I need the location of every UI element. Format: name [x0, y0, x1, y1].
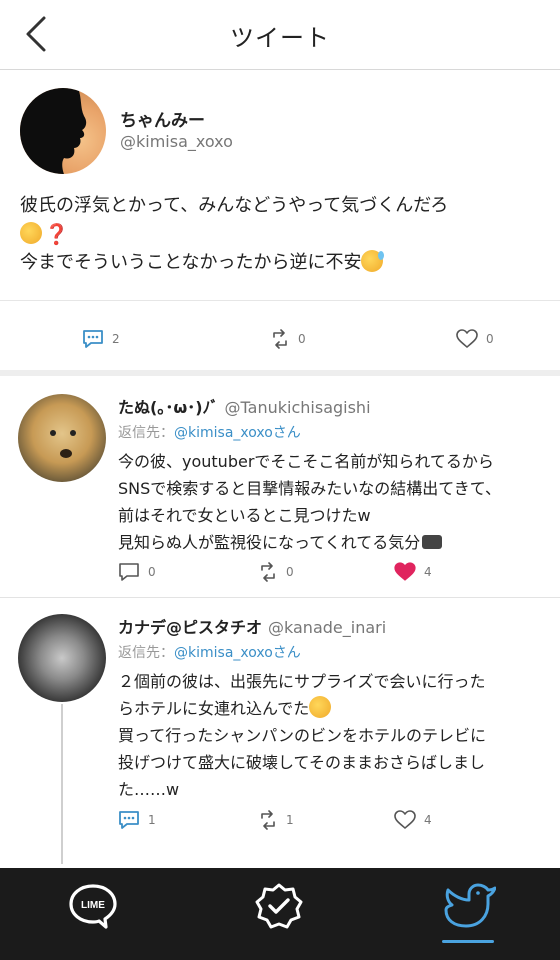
avatar[interactable] [20, 88, 106, 174]
retweet-icon [261, 562, 275, 582]
tweet-text-line: SNSで検索すると目撃情報みたいなの結構出てきて、 [118, 479, 502, 498]
tweet-text-line: ❓ [20, 220, 540, 249]
like-button[interactable]: 4 [394, 562, 432, 582]
reply-button[interactable]: 2 [82, 329, 120, 349]
laughing-face-icon [309, 696, 332, 718]
header: ツイート [0, 0, 560, 70]
like-count: 4 [424, 565, 432, 579]
retweet-icon [261, 810, 275, 830]
nav-twitter-button[interactable] [440, 882, 497, 936]
main-tweet: ちゃんみー @kimisa_xoxo 彼氏の浮気とかって、みんなどうやって気づく… [0, 70, 560, 376]
reply-to-handle[interactable]: @kimisa_xoxoさん [174, 425, 301, 441]
nav-lime-button[interactable]: LIME [68, 882, 118, 936]
reply-count: 2 [112, 332, 120, 346]
retweet-count: 0 [298, 332, 306, 346]
retweet-icon [273, 329, 287, 349]
like-count: 0 [486, 332, 494, 346]
reply-button[interactable]: 0 [118, 562, 156, 582]
like-button[interactable]: 4 [394, 810, 432, 830]
thread-line [61, 704, 63, 864]
lime-label: LIME [81, 900, 105, 911]
tweet-text-line: 彼氏の浮気とかって、みんなどうやって気づくんだろ [20, 195, 449, 216]
bird-icon [444, 883, 497, 928]
active-tab-indicator [442, 940, 494, 943]
reply-tweet[interactable]: カナデ@ピスタチオ @kanade_inari 返信先：@kimisa_xoxoさ… [0, 598, 560, 866]
like-button[interactable]: 0 [456, 329, 494, 349]
retweet-button[interactable]: 1 [258, 810, 294, 830]
heart-outline-icon [394, 810, 416, 829]
reply-to-handle[interactable]: @kimisa_xoxoさん [174, 645, 301, 661]
avatar[interactable] [18, 394, 106, 482]
reply-count: 0 [148, 565, 156, 579]
nav-badge-button[interactable] [254, 882, 304, 936]
movie-camera-icon [422, 535, 443, 549]
tweet-text: 今の彼、youtuberでそこそこ名前が知られてるから SNSで検索すると目撃情… [118, 448, 538, 556]
reply-to-prefix: 返信先： [118, 425, 174, 441]
tweet-text-line: 今までそういうことなかったから逆に不安 [20, 249, 540, 277]
reply-to-prefix: 返信先： [118, 645, 174, 661]
author-display-name: カナデ@ピスタチオ [118, 618, 263, 637]
tweet-text-line: 買って行ったシャンパンのビンをホテルのテレビに [118, 726, 487, 745]
tweet-text: ２個前の彼は、出張先にサプライズで会いに行った らホテルに女連れ込んでた 買って… [118, 668, 538, 803]
heart-outline-icon [456, 329, 478, 348]
tweet-text-line: 見知らぬ人が監視役になってくれてる気分 [118, 529, 538, 556]
author-name[interactable]: ちゃんみー [120, 106, 205, 131]
question-mark-icon: ❓ [44, 222, 69, 246]
reply-count: 1 [148, 813, 156, 827]
page-title: ツイート [230, 24, 330, 52]
dog-nose-icon [60, 449, 72, 458]
avatar[interactable] [18, 614, 106, 702]
like-count: 4 [424, 813, 432, 827]
author-name[interactable]: たぬ(｡･ω･)ﾉﾞ @Tanukichisagishi [118, 394, 371, 418]
comment-icon [119, 811, 139, 829]
lime-chat-icon: LIME [69, 884, 117, 929]
thinking-face-icon [20, 222, 42, 244]
author-name[interactable]: カナデ@ピスタチオ @kanade_inari [118, 614, 386, 638]
reply-button[interactable]: 1 [118, 810, 156, 830]
retweet-button[interactable]: 0 [258, 562, 294, 582]
silhouette-icon [20, 88, 87, 174]
author-handle: @kanade_inari [268, 618, 387, 637]
tweet-text-line: ２個前の彼は、出張先にサプライズで会いに行った [118, 672, 486, 691]
retweet-count: 0 [286, 565, 294, 579]
tweet-text-segment: 見知らぬ人が監視役になってくれてる気分 [118, 533, 421, 552]
author-display-name: たぬ(｡･ω･)ﾉﾞ [118, 398, 219, 417]
tweet-text-line: 前はそれで女といるとこ見つけたw [118, 506, 371, 525]
tweet-text-line: らホテルに女連れ込んでた [118, 695, 538, 722]
author-handle: @Tanukichisagishi [224, 398, 371, 417]
retweet-button[interactable]: 0 [270, 329, 306, 349]
author-handle[interactable]: @kimisa_xoxo [120, 132, 233, 151]
tweet-text-line: 今の彼、youtuberでそこそこ名前が知られてるから [118, 452, 494, 471]
dog-eye-icon [70, 430, 76, 436]
tweet-text-line: 投げつけて盛大に破壊してそのままおさらばしまし [118, 753, 486, 772]
reply-tweet[interactable]: たぬ(｡･ω･)ﾉﾞ @Tanukichisagishi 返信先：@kimisa_… [0, 376, 560, 598]
comment-icon [83, 330, 103, 348]
sweat-smile-icon [361, 250, 385, 272]
dog-eye-icon [50, 430, 56, 436]
verified-badge-icon [255, 883, 303, 929]
tweet-actions: 2 0 0 [0, 300, 560, 376]
tweet-text-line: た……w [118, 780, 180, 799]
bottom-nav: LIME [0, 868, 560, 960]
tweet-text-segment: 今までそういうことなかったから逆に不安 [20, 252, 362, 273]
comment-icon [119, 563, 139, 581]
reply-to: 返信先：@kimisa_xoxoさん [118, 642, 301, 662]
tweet-text: 彼氏の浮気とかって、みんなどうやって気づくんだろ ❓ 今までそういうことなかった… [20, 192, 540, 277]
retweet-count: 1 [286, 813, 294, 827]
reply-to: 返信先：@kimisa_xoxoさん [118, 422, 301, 442]
tweet-text-segment: らホテルに女連れ込んでた [118, 699, 310, 718]
heart-filled-icon [394, 562, 416, 581]
